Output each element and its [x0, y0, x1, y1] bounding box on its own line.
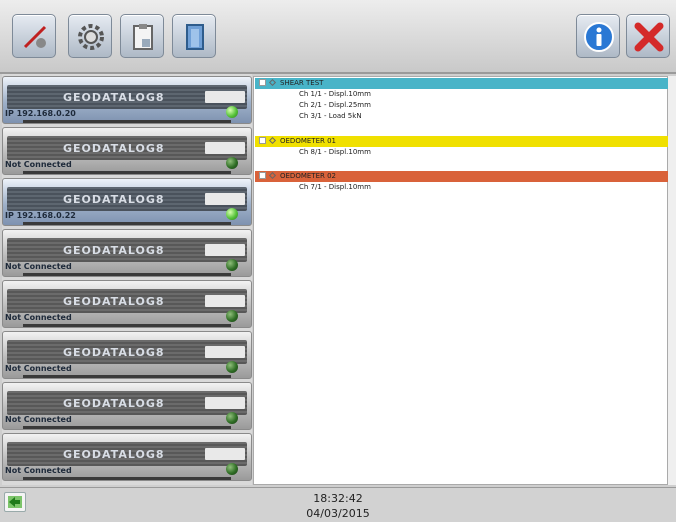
device-address: Not Connected [5, 466, 72, 475]
device-card[interactable]: GEODATALOG8 Not Connected [2, 229, 252, 277]
device-badge [205, 91, 245, 103]
channel-item[interactable]: Ch 1/1 - Displ.10mm [299, 90, 371, 98]
group-title: SHEAR TEST [280, 79, 324, 87]
device-brand: GEODATALOG8 [63, 193, 165, 206]
status-led [226, 412, 238, 424]
device-brand: GEODATALOG8 [63, 91, 165, 104]
device-card[interactable]: GEODATALOG8 Not Connected [2, 280, 252, 328]
device-card[interactable]: GEODATALOG8 Not Connected [2, 382, 252, 430]
toolbar [0, 0, 676, 74]
door-icon [186, 24, 204, 50]
device-card[interactable]: GEODATALOG8 Not Connected [2, 433, 252, 481]
group-title: OEDOMETER 02 [280, 172, 336, 180]
probe-icon [23, 25, 47, 49]
channel-item[interactable]: Ch 2/1 - Displ.25mm [299, 101, 371, 109]
status-led [226, 106, 238, 118]
channel-tree: SHEAR TEST Ch 1/1 - Displ.10mm Ch 2/1 - … [253, 76, 668, 485]
device-address: Not Connected [5, 313, 72, 322]
device-brand: GEODATALOG8 [63, 295, 165, 308]
device-badge [205, 397, 245, 409]
device-foot [23, 477, 231, 480]
device-card[interactable]: GEODATALOG8 Not Connected [2, 331, 252, 379]
clipboard-icon [133, 24, 153, 50]
channel-item[interactable]: Ch 8/1 - Displ.10mm [299, 148, 371, 156]
tree-group-oedometer-01[interactable]: OEDOMETER 01 [255, 136, 668, 147]
device-address: IP 192.168.0.20 [5, 109, 76, 118]
clipboard-button[interactable] [120, 14, 164, 58]
device-badge [205, 142, 245, 154]
channel-item[interactable]: Ch 3/1 - Load 5kN [299, 112, 362, 120]
device-foot [23, 222, 231, 225]
device-badge [205, 244, 245, 256]
tree-group-shear-test[interactable]: SHEAR TEST [255, 78, 668, 89]
status-bar: 18:32:42 04/03/2015 [0, 487, 676, 522]
device-card[interactable]: GEODATALOG8 IP 192.168.0.22 [2, 178, 252, 226]
device-brand: GEODATALOG8 [63, 244, 165, 257]
device-foot [23, 426, 231, 429]
device-badge [205, 193, 245, 205]
expand-toggle-icon[interactable] [259, 137, 266, 144]
channel-item[interactable]: Ch 7/1 - Displ.10mm [299, 183, 371, 191]
tree-scrollbar[interactable] [668, 76, 676, 485]
group-diamond-icon [268, 78, 277, 87]
settings-button[interactable] [68, 14, 112, 58]
device-address: Not Connected [5, 364, 72, 373]
status-led [226, 259, 238, 271]
device-badge [205, 295, 245, 307]
close-icon [634, 22, 664, 52]
tree-group-oedometer-02[interactable]: OEDOMETER 02 [255, 171, 668, 182]
device-brand: GEODATALOG8 [63, 142, 165, 155]
device-card[interactable]: GEODATALOG8 IP 192.168.0.20 [2, 76, 252, 124]
info-button[interactable] [576, 14, 620, 58]
status-led [226, 310, 238, 322]
group-diamond-icon [268, 136, 277, 145]
device-card[interactable]: GEODATALOG8 Not Connected [2, 127, 252, 175]
door-button[interactable] [172, 14, 216, 58]
device-foot [23, 375, 231, 378]
device-foot [23, 324, 231, 327]
device-address: Not Connected [5, 415, 72, 424]
gear-icon [78, 24, 104, 50]
device-brand: GEODATALOG8 [63, 397, 165, 410]
status-led [226, 463, 238, 475]
expand-toggle-icon[interactable] [259, 79, 266, 86]
device-list: GEODATALOG8 IP 192.168.0.20 GEODATALOG8 … [2, 74, 252, 485]
status-led [226, 208, 238, 220]
device-brand: GEODATALOG8 [63, 346, 165, 359]
close-button[interactable] [626, 14, 670, 58]
device-foot [23, 171, 231, 174]
device-foot [23, 273, 231, 276]
probe-button[interactable] [12, 14, 56, 58]
device-address: Not Connected [5, 262, 72, 271]
group-diamond-icon [268, 171, 277, 180]
status-date: 04/03/2015 [306, 507, 370, 520]
group-title: OEDOMETER 01 [280, 137, 336, 145]
info-icon [584, 22, 614, 52]
device-foot [23, 120, 231, 123]
expand-toggle-icon[interactable] [259, 172, 266, 179]
device-brand: GEODATALOG8 [63, 448, 165, 461]
device-badge [205, 346, 245, 358]
status-led [226, 157, 238, 169]
status-led [226, 361, 238, 373]
status-time: 18:32:42 [313, 492, 363, 505]
device-address: Not Connected [5, 160, 72, 169]
device-address: IP 192.168.0.22 [5, 211, 76, 220]
device-badge [205, 448, 245, 460]
